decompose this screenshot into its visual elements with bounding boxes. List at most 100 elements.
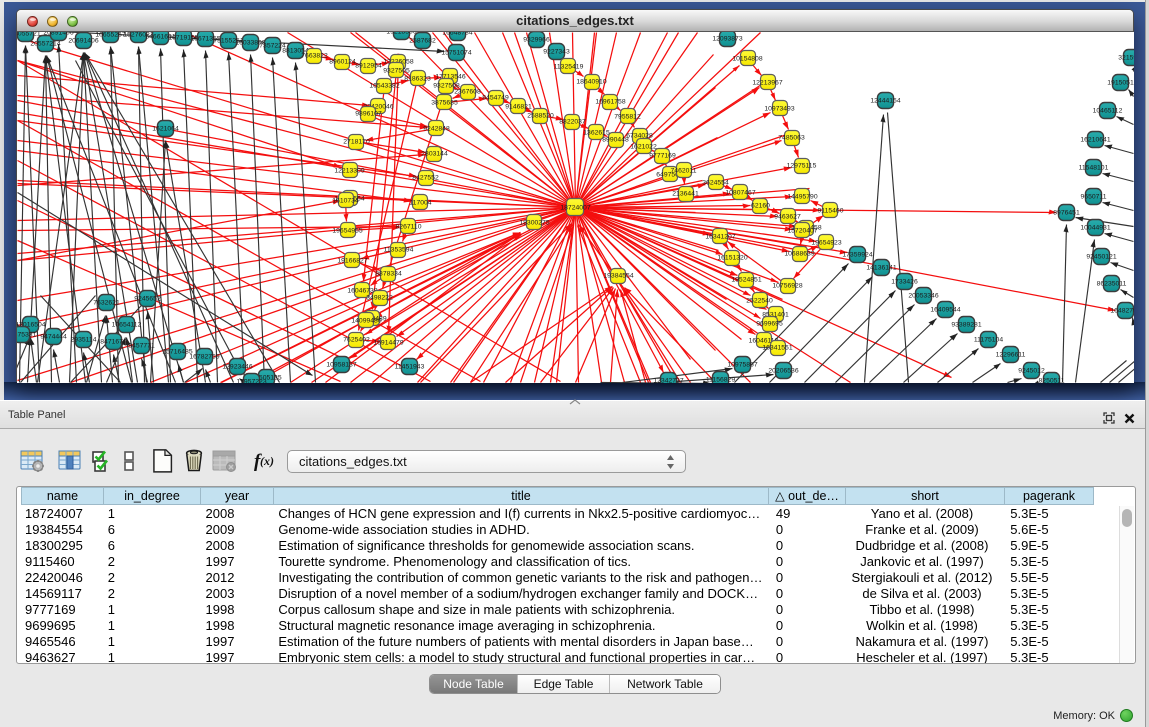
svg-text:7955812: 7955812	[614, 114, 641, 121]
svg-text:10655267: 10655267	[95, 32, 125, 39]
svg-text:10688639: 10688639	[784, 251, 814, 258]
svg-text:14055721: 14055721	[17, 32, 41, 38]
svg-text:20053346: 20053346	[908, 293, 938, 300]
svg-text:12923446: 12923446	[222, 364, 252, 371]
svg-text:8960124: 8960124	[329, 59, 356, 66]
svg-text:2588520: 2588520	[527, 113, 554, 120]
svg-text:15751074: 15751074	[441, 50, 471, 57]
svg-text:9474444: 9474444	[40, 334, 67, 341]
svg-text:10973493: 10973493	[764, 106, 794, 113]
svg-text:11548101: 11548101	[1079, 165, 1109, 172]
svg-text:11675331: 11675331	[17, 332, 37, 339]
svg-text:7625402: 7625402	[343, 337, 370, 344]
svg-text:20557214: 20557214	[30, 41, 60, 48]
svg-text:8976451: 8976451	[1053, 210, 1080, 217]
svg-text:17957223: 17957223	[236, 379, 266, 384]
svg-text:9227343: 9227343	[543, 49, 570, 56]
svg-text:10975867: 10975867	[727, 362, 757, 369]
svg-text:9242848: 9242848	[423, 126, 450, 133]
svg-text:3215955: 3215955	[1118, 55, 1134, 62]
svg-text:16782759: 16782759	[189, 354, 219, 361]
svg-text:12342737: 12342737	[653, 378, 683, 384]
svg-text:9245652: 9245652	[134, 296, 161, 303]
svg-text:(x): (x)	[260, 454, 274, 468]
svg-text:16409544: 16409544	[930, 307, 960, 314]
svg-text:16341551: 16341551	[762, 345, 792, 352]
svg-text:16210641: 16210641	[1080, 137, 1110, 144]
svg-text:2522540: 2522540	[746, 298, 773, 305]
svg-text:1915051: 1915051	[1107, 80, 1134, 87]
svg-text:20206536: 20206536	[768, 368, 798, 375]
svg-text:1621064: 1621064	[152, 126, 179, 133]
svg-text:7663822: 7663822	[301, 53, 328, 60]
svg-text:9245012: 9245012	[1018, 368, 1045, 375]
svg-text:12296611: 12296611	[996, 352, 1026, 359]
svg-text:18300275: 18300275	[519, 220, 549, 227]
svg-text:1610734: 1610734	[332, 198, 359, 205]
svg-text:2803144: 2803144	[421, 151, 448, 158]
svg-text:12444154: 12444154	[870, 98, 900, 105]
svg-text:16914479: 16914479	[373, 340, 403, 347]
svg-text:11175104: 11175104	[974, 337, 1003, 344]
svg-text:10807467: 10807467	[725, 190, 755, 197]
svg-text:16482794: 16482794	[1110, 308, 1134, 315]
svg-text:9650711: 9650711	[1081, 194, 1107, 201]
svg-text:11451943: 11451943	[395, 364, 425, 371]
svg-text:9457771: 9457771	[128, 343, 155, 350]
svg-text:3498222: 3498222	[366, 295, 393, 302]
svg-text:9699695: 9699695	[756, 321, 783, 328]
svg-text:7485063: 7485063	[778, 135, 805, 142]
svg-text:18724007: 18724007	[560, 205, 590, 212]
svg-text:19524851: 19524851	[731, 277, 761, 284]
svg-text:1621022: 1621022	[630, 144, 657, 151]
svg-text:19384554: 19384554	[603, 273, 633, 280]
svg-text:16341207: 16341207	[705, 234, 735, 241]
svg-text:12213967: 12213967	[752, 80, 782, 87]
svg-text:9329966: 9329966	[523, 37, 550, 44]
svg-text:8822037: 8822037	[559, 119, 586, 126]
svg-text:92450121: 92450121	[1086, 254, 1116, 261]
svg-text:19654923: 19654923	[811, 240, 841, 247]
svg-text:10465112: 10465112	[1093, 108, 1123, 115]
svg-text:8471676: 8471676	[100, 339, 127, 346]
svg-text:8878334: 8878334	[375, 271, 402, 278]
svg-text:15720407: 15720407	[787, 228, 817, 235]
svg-text:1362615: 1362615	[583, 130, 610, 137]
svg-text:19218506: 19218506	[386, 32, 416, 36]
svg-text:14495790: 14495790	[787, 194, 817, 201]
svg-text:11325419: 11325419	[554, 64, 584, 71]
svg-text:3875685: 3875685	[431, 100, 458, 107]
svg-text:9463627: 9463627	[774, 214, 801, 221]
svg-text:16648784: 16648784	[442, 32, 472, 37]
svg-text:12213309: 12213309	[334, 168, 364, 175]
svg-text:8454749: 8454749	[482, 95, 509, 102]
svg-text:86235011: 86235011	[1097, 281, 1127, 288]
svg-text:10044931: 10044931	[1080, 225, 1110, 232]
svg-text:16151320: 16151320	[717, 255, 747, 262]
svg-text:1733426: 1733426	[891, 279, 918, 286]
svg-text:93389281: 93389281	[951, 322, 981, 329]
svg-text:117004: 117004	[409, 200, 431, 207]
svg-text:16961758: 16961758	[595, 99, 625, 106]
svg-text:2136441: 2136441	[672, 191, 699, 198]
svg-text:9777169: 9777169	[649, 153, 676, 160]
svg-text:2718170: 2718170	[343, 139, 370, 146]
svg-text:9896107: 9896107	[355, 111, 382, 118]
svg-text:8250511: 8250511	[1039, 378, 1065, 384]
svg-text:12975115: 12975115	[787, 163, 817, 170]
svg-text:3624554: 3624554	[702, 180, 729, 187]
svg-text:9327505: 9327505	[383, 68, 410, 75]
svg-text:19654955: 19654955	[332, 228, 362, 235]
svg-text:10958137: 10958137	[326, 362, 356, 369]
svg-text:8267110: 8267110	[396, 224, 422, 231]
svg-text:15716485: 15716485	[162, 349, 192, 356]
svg-text:9146821: 9146821	[505, 104, 532, 111]
svg-text:10654112: 10654112	[112, 322, 142, 329]
svg-text:8186323: 8186323	[404, 76, 431, 83]
svg-text:20891406: 20891406	[43, 32, 73, 37]
svg-text:19166827: 19166827	[337, 258, 367, 265]
svg-text:9115460: 9115460	[818, 208, 844, 215]
svg-text:7462011: 7462011	[671, 168, 697, 175]
svg-text:14099480: 14099480	[351, 318, 381, 325]
svg-text:8427552: 8427552	[412, 175, 439, 182]
